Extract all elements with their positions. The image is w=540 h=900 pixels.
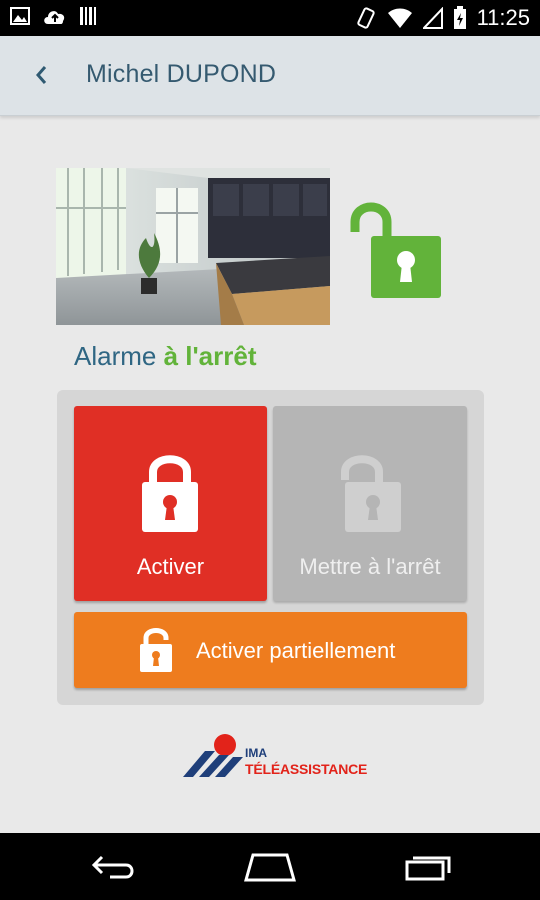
status-system: 11:25 [355,4,530,32]
unlocked-padlock-icon [341,455,401,532]
status-notifications [10,6,98,26]
back-icon [91,855,134,879]
status-bar: 11:25 [0,0,540,36]
barcode-icon [80,7,96,25]
status-time: 11:25 [476,5,530,30]
activate-button[interactable]: Activer [74,406,267,601]
home-icon [244,853,296,882]
alarm-status: Alarme à l'arrêt [74,340,257,372]
signal-icon [422,7,443,29]
partial-padlock-icon [140,628,172,672]
nav-recent-button[interactable] [398,847,458,887]
alarm-label: Alarme [74,341,157,371]
image-icon [10,7,30,25]
stop-label: Mettre à l'arrêt [299,554,441,579]
logo-line2: TÉLÉASSISTANCE [245,761,368,777]
alarm-state: à l'arrêt [163,341,257,371]
wifi-icon [387,8,412,28]
partial-activate-button[interactable]: Activer partiellement [74,612,467,688]
recent-apps-icon [405,856,451,881]
battery-icon [453,6,466,29]
locked-padlock-icon [142,455,198,532]
nav-home-button[interactable] [240,847,300,887]
stop-button[interactable]: Mettre à l'arrêt [273,406,467,601]
partial-activate-label: Activer partiellement [196,638,396,663]
ima-logo: IMA TÉLÉASSISTANCE [183,733,367,783]
ima-logo-mark [183,734,243,777]
page-title: Michel DUPOND [86,60,277,88]
unlocked-padlock-icon [345,194,445,302]
nav-back-button[interactable] [84,847,144,887]
chevron-left-icon [36,66,47,84]
cloud-upload-icon [44,11,65,24]
app-bar: Michel DUPOND [0,36,540,116]
navigation-bar [0,833,540,900]
vibrate-icon [356,7,375,29]
room-photo [56,168,330,325]
logo-line1: IMA [245,746,267,760]
back-button[interactable] [28,58,54,92]
activate-label: Activer [136,554,205,579]
